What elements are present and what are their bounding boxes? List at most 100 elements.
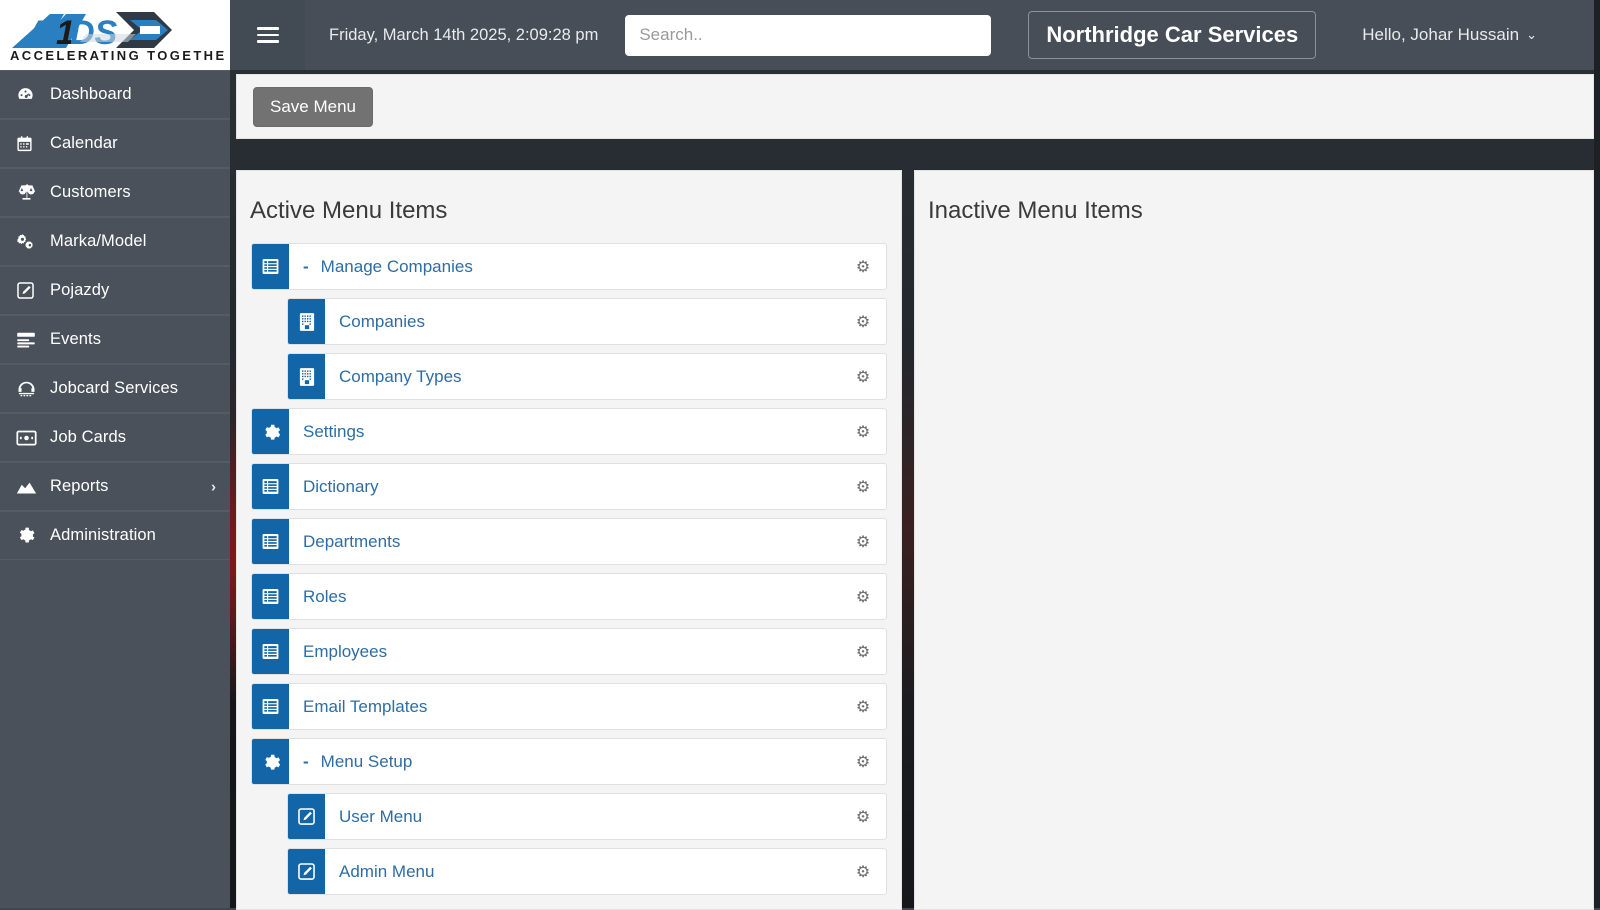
search-input[interactable] (625, 14, 992, 56)
building-icon (288, 354, 325, 399)
list-table-icon (252, 574, 289, 619)
list-table-icon (252, 519, 289, 564)
sidebar-item-events[interactable]: Events (0, 315, 230, 364)
menu-row-link[interactable]: - Menu Setup (289, 739, 840, 784)
menu-row-label: Companies (339, 311, 425, 331)
menu-row-link[interactable]: - Manage Companies (289, 244, 840, 289)
menu-builder-panels: Active Menu Items - Manage Companies ⚙ Comp… (236, 170, 1594, 910)
collapse-toggle[interactable]: - (303, 752, 309, 772)
edit-square-icon (288, 849, 325, 894)
ads-logo-icon: A 1 DS ACCELERATING TOGETHER (10, 12, 226, 63)
sidebar-item-job-cards[interactable]: Job Cards (0, 413, 230, 462)
menu-row[interactable]: - Menu Setup ⚙ (251, 738, 887, 785)
edit-square-icon (288, 794, 325, 839)
sidebar-item-label: Customers (50, 183, 131, 201)
menu-row-link[interactable]: Email Templates (289, 684, 840, 729)
sidebar-toggle-button[interactable] (230, 0, 305, 70)
app-logo[interactable]: A 1 DS ACCELERATING TOGETHER (0, 0, 230, 70)
sidebar-item-reports[interactable]: Reports › (0, 462, 230, 511)
viewport-right-edge (1594, 0, 1600, 908)
menu-row-link[interactable]: Settings (289, 409, 840, 454)
menu-row-link[interactable]: Companies (325, 299, 840, 344)
menu-row[interactable]: Company Types ⚙ (287, 353, 887, 400)
menu-row[interactable]: Admin Menu ⚙ (287, 848, 887, 895)
gear-icon (16, 526, 46, 545)
menu-row-link[interactable]: Admin Menu (325, 849, 840, 894)
list-table-icon (252, 629, 289, 674)
chevron-right-icon: › (211, 478, 216, 495)
menu-row-label: Admin Menu (339, 861, 435, 881)
current-datetime: Friday, March 14th 2025, 2:09:28 pm (329, 25, 599, 44)
row-settings-gear-icon[interactable]: ⚙ (840, 684, 886, 729)
menu-row[interactable]: Dictionary ⚙ (251, 463, 887, 510)
inactive-panel-title: Inactive Menu Items (928, 197, 1143, 224)
sidebar-item-marka-model[interactable]: Marka/Model (0, 217, 230, 266)
sidebar-item-dashboard[interactable]: Dashboard (0, 70, 230, 119)
gear-icon (252, 409, 289, 454)
row-settings-gear-icon[interactable]: ⚙ (840, 464, 886, 509)
menu-row[interactable]: User Menu ⚙ (287, 793, 887, 840)
menu-row-link[interactable]: Company Types (325, 354, 840, 399)
hamburger-icon (256, 23, 279, 47)
list-table-icon (252, 244, 289, 289)
row-settings-gear-icon[interactable]: ⚙ (840, 794, 886, 839)
menu-row[interactable]: Companies ⚙ (287, 298, 887, 345)
svg-text:A: A (25, 14, 51, 52)
save-menu-button[interactable]: Save Menu (253, 87, 373, 127)
list-table-icon (252, 464, 289, 509)
menu-row-link[interactable]: Roles (289, 574, 840, 619)
menu-row-label: Employees (303, 641, 388, 661)
sidebar-item-label: Dashboard (50, 85, 132, 103)
menu-row-label: Email Templates (303, 696, 428, 716)
sidebar-item-label: Jobcard Services (50, 379, 179, 397)
menu-row[interactable]: Roles ⚙ (251, 573, 887, 620)
collapse-toggle[interactable]: - (303, 257, 309, 277)
active-panel-title: Active Menu Items (250, 197, 448, 224)
row-settings-gear-icon[interactable]: ⚙ (840, 849, 886, 894)
sidebar-item-pojazdy[interactable]: Pojazdy (0, 266, 230, 315)
active-menu-list[interactable]: - Manage Companies ⚙ Companies ⚙ Company Type… (237, 225, 901, 895)
menu-row-label: Company Types (339, 366, 462, 386)
edit-square-icon (16, 281, 46, 300)
service-desk-icon (16, 380, 46, 397)
row-settings-gear-icon[interactable]: ⚙ (840, 409, 886, 454)
company-name-badge[interactable]: Northridge Car Services (1028, 11, 1317, 59)
menu-row[interactable]: Settings ⚙ (251, 408, 887, 455)
sidebar-item-label: Job Cards (50, 428, 127, 446)
balance-scale-icon (16, 183, 46, 202)
menu-row-link[interactable]: Dictionary (289, 464, 840, 509)
menu-row[interactable]: Email Templates ⚙ (251, 683, 887, 730)
row-settings-gear-icon[interactable]: ⚙ (840, 574, 886, 619)
row-settings-gear-icon[interactable]: ⚙ (840, 244, 886, 289)
menu-row-label: Settings (303, 421, 365, 441)
menu-row-label: Dictionary (303, 476, 379, 496)
row-settings-gear-icon[interactable]: ⚙ (840, 739, 886, 784)
row-settings-gear-icon[interactable]: ⚙ (840, 629, 886, 674)
menu-row[interactable]: - Manage Companies ⚙ (251, 243, 887, 290)
row-settings-gear-icon[interactable]: ⚙ (840, 519, 886, 564)
menu-row-link[interactable]: Employees (289, 629, 840, 674)
sidebar-item-label: Calendar (50, 134, 118, 152)
menu-row[interactable]: Employees ⚙ (251, 628, 887, 675)
chart-area-icon (16, 478, 46, 495)
top-header: Friday, March 14th 2025, 2:09:28 pm Nort… (230, 0, 1600, 70)
menu-row-link[interactable]: Departments (289, 519, 840, 564)
menu-row-label: Menu Setup (320, 751, 413, 771)
sidebar-item-jobcard-services[interactable]: Jobcard Services (0, 364, 230, 413)
list-table-icon (252, 684, 289, 729)
sidebar-item-label: Pojazdy (50, 281, 110, 299)
row-settings-gear-icon[interactable]: ⚙ (840, 299, 886, 344)
inactive-menu-list[interactable] (915, 225, 1593, 243)
sidebar-item-administration[interactable]: Administration (0, 511, 230, 560)
content-area: Save Menu Active Menu Items - Manage Comp… (230, 70, 1600, 910)
cogs-icon (16, 233, 46, 251)
menu-row[interactable]: Departments ⚙ (251, 518, 887, 565)
dashboard-icon (16, 85, 46, 104)
sidebar: A 1 DS ACCELERATING TOGETHER Dashboard C… (0, 0, 230, 908)
user-menu-button[interactable]: Hello, Johar Hussain ⌄ (1362, 25, 1537, 45)
sidebar-item-calendar[interactable]: Calendar (0, 119, 230, 168)
menu-row-link[interactable]: User Menu (325, 794, 840, 839)
menu-row-label: Roles (303, 586, 347, 606)
row-settings-gear-icon[interactable]: ⚙ (840, 354, 886, 399)
sidebar-item-customers[interactable]: Customers (0, 168, 230, 217)
